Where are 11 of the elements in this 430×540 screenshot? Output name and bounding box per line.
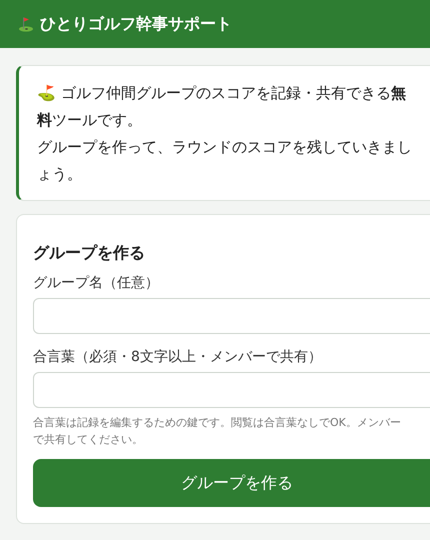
- create-group-button[interactable]: グループを作る: [33, 459, 430, 507]
- input-field[interactable]: [33, 298, 430, 334]
- form-title: グループを作る: [33, 243, 146, 264]
- field-label: グループ名（任意）: [33, 274, 159, 292]
- intro-text: グループを作って、ラウンドのスコアを残していきましょう。: [37, 137, 413, 185]
- app-title: ひとりゴルフ幹事サポート: [40, 14, 232, 34]
- input-field[interactable]: [33, 372, 430, 408]
- field-label: 合言葉（必須・8文字以上・メンバーで共有）: [33, 348, 322, 366]
- help-text: 合言葉は記録を編集するための鍵です。閲覧は合言葉なしでOK。メンバーで共有してください。: [33, 415, 402, 448]
- golf-flag-icon: [18, 16, 34, 32]
- intro-text: ⛳ ゴルフ仲間グループのスコアを記録・共有できる無料ツールです。: [37, 83, 407, 131]
